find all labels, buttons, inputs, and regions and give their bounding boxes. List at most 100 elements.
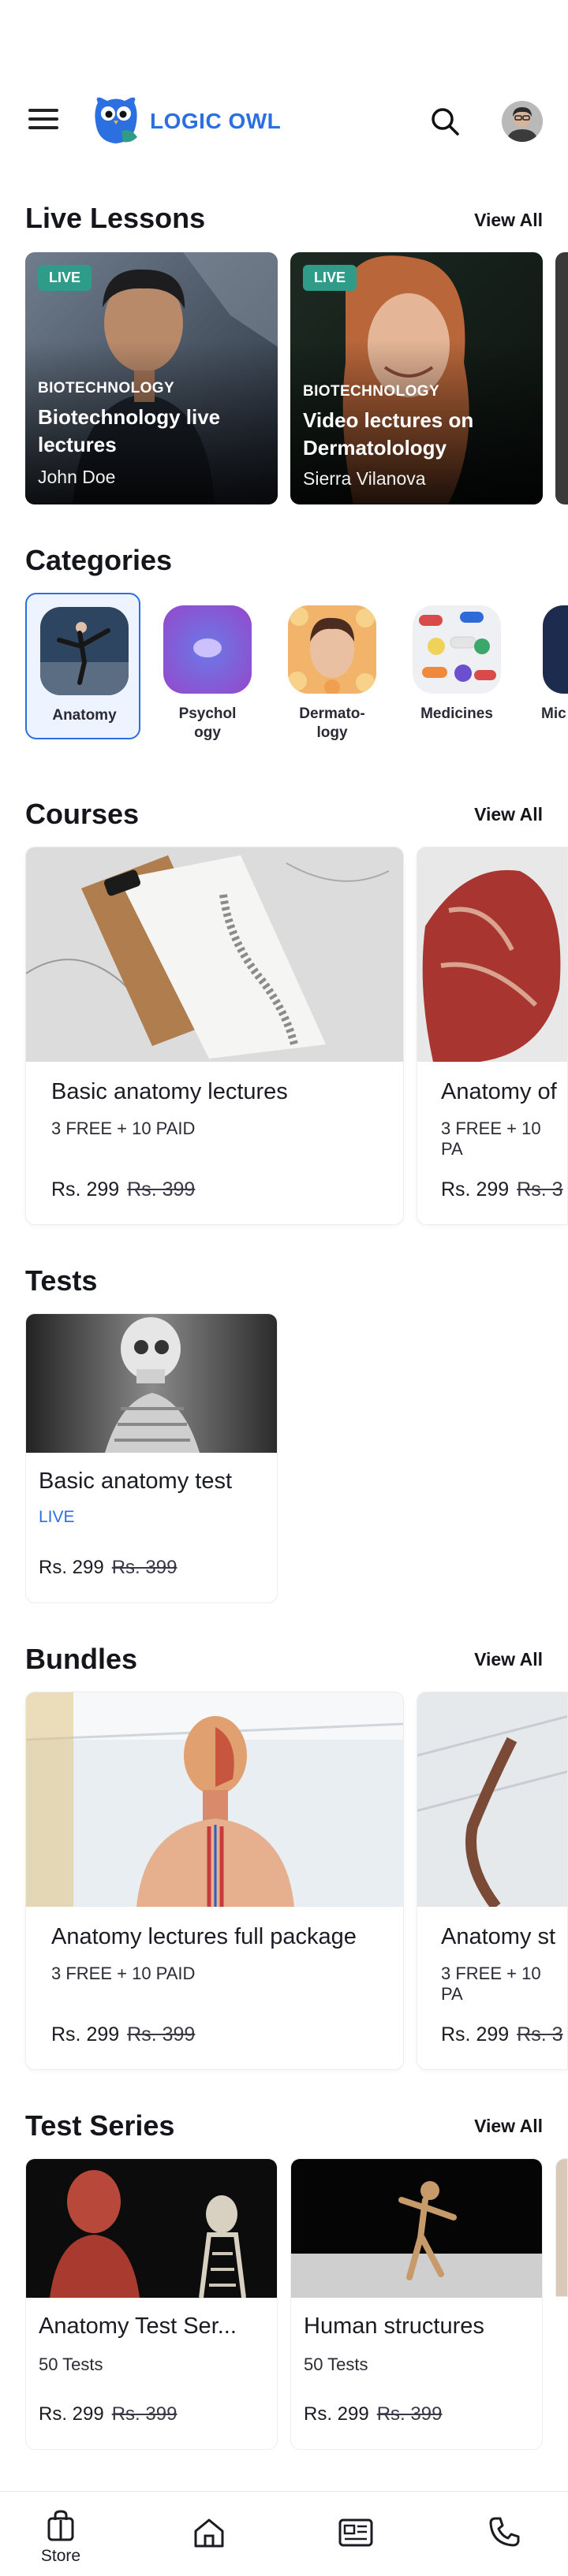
bundle-price: Rs. 299 Rs. 3 [441,2023,563,2046]
hamburger-menu-icon[interactable] [28,109,58,131]
lesson-author: Sierra Vilanova [303,468,426,489]
old-price: Rs. 3 [517,2023,563,2046]
test-series-card[interactable]: Human structures 50 Tests Rs. 299 Rs. 399 [290,2158,543,2450]
live-badge: LIVE [303,265,357,291]
old-price: Rs. 3 [517,1178,563,1201]
test-price: Rs. 299 Rs. 399 [39,1557,177,1579]
category-dermatology[interactable]: Dermato- logy [275,593,390,741]
live-lessons-title: Live Lessons [25,202,206,234]
test-series-image [26,2159,277,2298]
nav-home[interactable] [166,2503,252,2572]
live-lesson-card[interactable]: LIVE BIOTECHNOLOGY Biotechnology live le… [25,252,278,504]
bundles-title: Bundles [25,1643,138,1675]
bundle-meta: 3 FREE + 10 PA [441,1964,541,2004]
current-price: Rs. 299 [441,2023,510,2046]
news-icon [338,2518,373,2547]
test-series-title-text: Anatomy Test Ser... [39,2314,237,2339]
store-bag-icon [47,2510,74,2541]
lesson-category: BIOTECHNOLOGY [38,380,175,396]
course-card[interactable]: Basic anatomy lectures 3 FREE + 10 PAID … [25,847,404,1225]
old-price: Rs. 399 [111,2403,178,2425]
bundle-price: Rs. 299 Rs. 399 [51,2023,195,2046]
category-image [543,605,568,694]
test-series-price: Rs. 299 Rs. 399 [39,2403,177,2425]
nav-phone[interactable] [461,2503,547,2572]
live-lesson-card[interactable]: LIVE BIOTECHNOLOGY Video lectures on Der… [290,252,543,504]
user-avatar[interactable] [502,101,543,142]
course-price: Rs. 299 Rs. 399 [51,1178,195,1201]
course-image [417,847,567,1062]
category-image [288,605,376,694]
current-price: Rs. 299 [441,1178,510,1201]
test-series-meta: 50 Tests [39,2355,103,2374]
course-title: Anatomy of [441,1079,557,1104]
nav-news[interactable] [312,2503,399,2572]
bundle-title: Anatomy st [441,1924,556,1949]
category-image [163,605,252,694]
nav-store[interactable]: Store [17,2503,104,2572]
bundle-card[interactable]: Anatomy lectures full package 3 FREE + 1… [25,1692,404,2070]
category-anatomy[interactable]: Anatomy [25,593,140,739]
current-price: Rs. 299 [39,2403,104,2425]
course-card-partial[interactable]: Anatomy of 3 FREE + 10 PA Rs. 299 Rs. 3 [417,847,568,1225]
bundle-image [417,1692,567,1907]
category-medicines[interactable]: Medicines [399,593,514,739]
category-image [413,605,501,694]
test-card[interactable]: Basic anatomy test LIVE Rs. 299 Rs. 399 [25,1313,278,1603]
brand-name: LOGIC OWL [150,109,282,133]
course-meta: 3 FREE + 10 PAID [51,1119,196,1138]
current-price: Rs. 299 [51,2023,120,2046]
bundle-title: Anatomy lectures full package [51,1924,357,1949]
owl-logo-icon [95,97,137,143]
test-series-image [291,2159,542,2298]
test-series-title-text: Human structures [304,2314,484,2339]
old-price: Rs. 399 [127,2023,196,2046]
category-partial[interactable]: Mic [524,593,568,739]
lesson-author: John Doe [38,467,116,487]
old-price: Rs. 399 [376,2403,443,2425]
current-price: Rs. 299 [304,2403,369,2425]
course-title: Basic anatomy lectures [51,1079,288,1104]
category-label: Dermato- logy [299,705,365,741]
current-price: Rs. 299 [51,1178,120,1201]
course-meta: 3 FREE + 10 PA [441,1119,541,1159]
test-series-title: Test Series [25,2109,175,2142]
category-psychology[interactable]: Psychol ogy [150,593,265,741]
category-image [40,607,129,695]
lesson-title: Biotechnology live lectures [38,405,221,456]
lesson-title: Video lectures on Dermatolology [303,408,474,460]
bundles-view-all-link[interactable]: View All [474,1649,543,1670]
test-series-meta: 50 Tests [304,2355,368,2374]
course-image [26,847,403,1062]
course-price: Rs. 299 Rs. 3 [441,1178,563,1201]
category-label: Medicines [420,705,493,722]
courses-title: Courses [25,798,140,830]
category-label: Anatomy [52,707,117,724]
test-image [26,1314,277,1453]
old-price: Rs. 399 [111,1557,178,1578]
phone-icon [489,2517,520,2547]
test-series-price: Rs. 299 Rs. 399 [304,2403,442,2425]
search-icon[interactable] [426,102,464,140]
lesson-category: BIOTECHNOLOGY [303,383,440,400]
test-title: Basic anatomy test [39,1469,232,1494]
test-status: LIVE [39,1508,75,1526]
category-label: Psychol ogy [178,705,237,741]
test-series-card[interactable]: Anatomy Test Ser... 50 Tests Rs. 299 Rs. … [25,2158,278,2450]
bundle-card-partial[interactable]: Anatomy st 3 FREE + 10 PA Rs. 299 Rs. 3 [417,1692,568,2070]
nav-label: Store [40,2547,81,2565]
categories-title: Categories [25,544,173,576]
home-icon [194,2518,224,2548]
bundle-meta: 3 FREE + 10 PAID [51,1964,196,1983]
category-label: Mic [541,705,566,722]
live-lessons-view-all-link[interactable]: View All [474,210,543,231]
test-series-view-all-link[interactable]: View All [474,2116,543,2137]
bottom-navigation: Store [0,2491,568,2576]
old-price: Rs. 399 [127,1178,196,1201]
current-price: Rs. 299 [39,1557,104,1578]
live-lesson-card-partial[interactable] [555,252,568,504]
live-badge: LIVE [38,265,92,291]
bundle-image [26,1692,403,1907]
courses-view-all-link[interactable]: View All [474,804,543,825]
test-series-card-partial[interactable] [555,2158,568,2297]
